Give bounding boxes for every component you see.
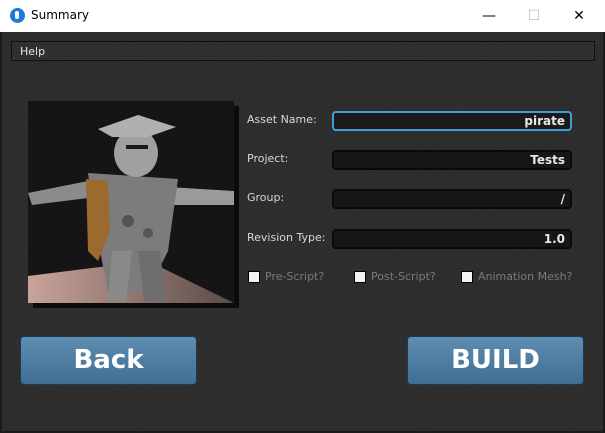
app-icon xyxy=(10,8,25,23)
project-field[interactable] xyxy=(332,150,572,170)
back-button[interactable]: Back xyxy=(20,336,197,385)
project-label: Project: xyxy=(247,152,289,165)
animation-mesh-label: Animation Mesh? xyxy=(478,270,573,283)
window-title: Summary xyxy=(31,8,89,22)
close-icon[interactable]: ✕ xyxy=(556,0,602,32)
revision-type-label: Revision Type: xyxy=(247,231,326,244)
menu-help[interactable]: Help xyxy=(20,45,45,58)
animation-mesh-box[interactable] xyxy=(461,271,473,283)
post-script-box[interactable] xyxy=(354,271,366,283)
title-bar: Summary — ☐ ✕ xyxy=(0,0,605,32)
minimize-icon[interactable]: — xyxy=(466,0,512,32)
menu-bar: Help xyxy=(11,41,595,61)
post-script-label: Post-Script? xyxy=(371,270,436,283)
pre-script-box[interactable] xyxy=(248,271,260,283)
pre-script-label: Pre-Script? xyxy=(265,270,325,283)
asset-name-label: Asset Name: xyxy=(247,113,317,126)
maximize-icon[interactable]: ☐ xyxy=(511,0,557,32)
revision-type-field[interactable] xyxy=(332,229,572,249)
group-label: Group: xyxy=(247,191,285,204)
build-button[interactable]: BUILD xyxy=(407,336,584,385)
asset-name-field[interactable] xyxy=(332,111,572,131)
summary-window: Summary — ☐ ✕ Help Asset Name: pirate Pr… xyxy=(0,0,605,433)
group-field[interactable] xyxy=(332,189,572,209)
asset-preview-image xyxy=(28,101,234,303)
client-area: Help Asset Name: pirate Project: Tests G… xyxy=(2,32,603,431)
